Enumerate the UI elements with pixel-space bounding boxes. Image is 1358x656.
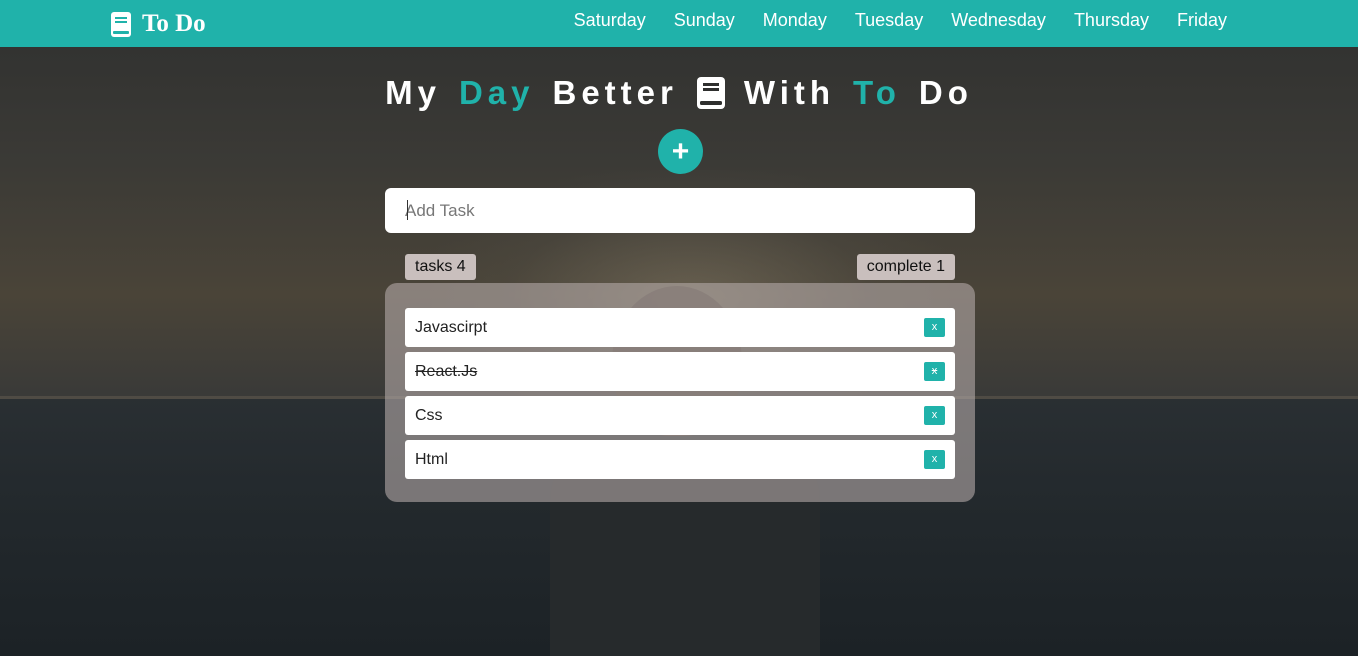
task-label: Javascirpt — [415, 318, 488, 336]
delete-task-button[interactable]: x — [924, 318, 945, 337]
brand-title: To Do — [142, 10, 206, 37]
delete-task-button[interactable]: x — [924, 406, 945, 425]
task-label: Css — [415, 406, 443, 424]
book-icon — [111, 11, 131, 37]
title-word: My — [385, 74, 441, 111]
nav-day-friday[interactable]: Friday — [1177, 10, 1227, 31]
page-title: My Day Better With To Do — [0, 74, 1358, 112]
nav-day-monday[interactable]: Monday — [763, 10, 827, 31]
add-task-button[interactable]: + — [658, 129, 703, 174]
day-nav: Saturday Sunday Monday Tuesday Wednesday… — [546, 0, 1227, 40]
title-word: Do — [918, 74, 973, 111]
brand[interactable]: To Do — [110, 10, 206, 38]
title-word: Better — [552, 74, 678, 111]
nav-day-saturday[interactable]: Saturday — [574, 10, 646, 31]
text-caret — [407, 200, 408, 220]
nav-day-thursday[interactable]: Thursday — [1074, 10, 1149, 31]
add-task-input[interactable] — [385, 188, 975, 233]
nav-day-tuesday[interactable]: Tuesday — [855, 10, 923, 31]
book-icon — [696, 77, 725, 109]
delete-task-button[interactable]: x — [924, 450, 945, 469]
delete-task-button[interactable]: x — [924, 362, 945, 381]
navbar: To Do Saturday Sunday Monday Tuesday Wed… — [0, 0, 1358, 47]
nav-day-sunday[interactable]: Sunday — [674, 10, 735, 31]
task-item-completed[interactable]: React.Js x — [405, 352, 955, 391]
task-label: Html — [415, 450, 448, 468]
task-list: Javascirpt x React.Js x Css x Html x — [385, 283, 975, 502]
tasks-count-badge: tasks 4 — [405, 254, 476, 280]
task-item[interactable]: Css x — [405, 396, 955, 435]
title-word-accent: To — [853, 74, 901, 111]
task-label: React.Js — [415, 362, 478, 380]
title-word: With — [743, 74, 836, 111]
task-item[interactable]: Html x — [405, 440, 955, 479]
complete-count-badge: complete 1 — [856, 254, 955, 280]
nav-day-wednesday[interactable]: Wednesday — [951, 10, 1046, 31]
title-word-accent: Day — [458, 74, 535, 111]
task-item[interactable]: Javascirpt x — [405, 308, 955, 347]
